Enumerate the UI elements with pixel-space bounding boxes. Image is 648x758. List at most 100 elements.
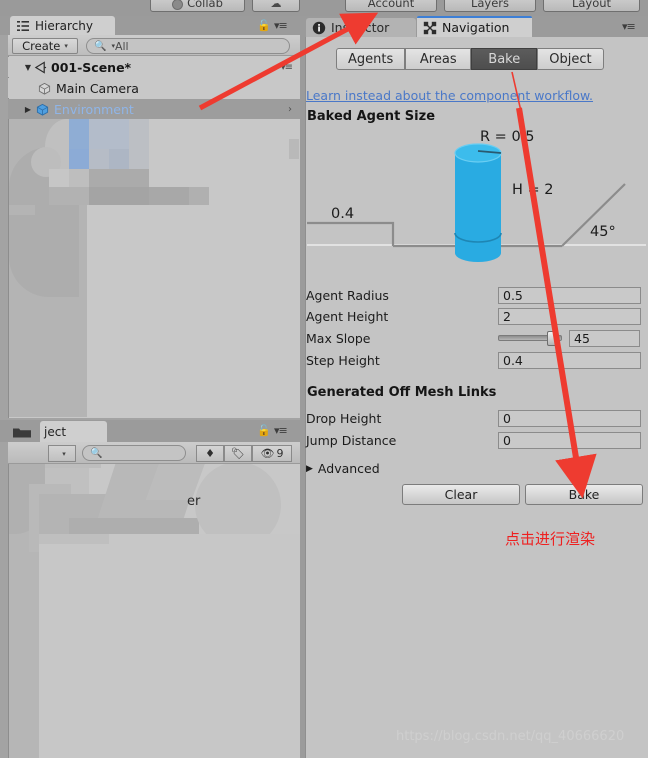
baked-agent-size-header: Baked Agent Size (307, 109, 436, 124)
agent-radius-input[interactable]: 0.5 (498, 286, 641, 304)
clear-button[interactable]: Clear (402, 484, 520, 505)
hierarchy-lock-icon[interactable]: 🔓 (257, 19, 271, 32)
drop-height-label: Drop Height (306, 410, 382, 426)
collab-status-icon (172, 0, 184, 10)
unity-top-toolbar: Collab ☁ Account Layers Layout (0, 0, 648, 16)
tab-hierarchy-label: Hierarchy (35, 18, 94, 33)
diagram-height-label: H = 2 (512, 182, 554, 198)
tab-navigation-label: Navigation (442, 20, 510, 35)
hidden-items-toggle[interactable]: 👁 9 (252, 445, 292, 462)
step-height-input[interactable]: 0.4 (498, 351, 641, 369)
hierarchy-menu-icon[interactable]: ▾≡ (274, 19, 288, 32)
subtab-bake[interactable]: Bake (471, 48, 538, 70)
blurred-region-hierarchy (9, 119, 299, 417)
account-label: Account (367, 0, 415, 10)
filter-by-type-icon[interactable]: ♦ (196, 445, 224, 462)
layers-label: Layers (470, 0, 510, 10)
agent-radius-label: Agent Radius (306, 287, 389, 303)
create-label: Create (22, 39, 61, 53)
filter-by-label-icon[interactable]: 🏷 (224, 445, 252, 462)
prefab-cube-icon (36, 103, 49, 116)
subtab-object[interactable]: Object (537, 48, 604, 70)
max-slope-input[interactable]: 45 (569, 329, 640, 347)
chevron-down-icon: ▾ (64, 42, 68, 50)
generated-off-mesh-links-header: Generated Off Mesh Links (307, 385, 497, 400)
slider-track (498, 331, 562, 346)
hierarchy-search-input[interactable]: 🔍 ▾ All (86, 38, 290, 54)
layers-dropdown[interactable]: Layers (444, 0, 536, 12)
cloud-icon: ☁ (270, 0, 282, 10)
project-folder-icon (13, 428, 31, 438)
tab-inspector-label: Inspector (331, 20, 390, 35)
diagram-slope-label: 45° (590, 224, 616, 240)
agent-size-diagram: R = 0.5 H = 2 0.4 45° (307, 129, 646, 262)
chevron-right-icon: ▶ (306, 463, 313, 474)
tab-navigation[interactable]: Navigation (417, 16, 532, 37)
max-slope-label: Max Slope (306, 330, 371, 346)
hierarchy-icon (17, 20, 29, 31)
chevron-down-icon: ▾ (62, 449, 66, 458)
clear-button-label: Clear (444, 487, 478, 502)
jump-distance-label: Jump Distance (306, 432, 397, 448)
agent-height-input[interactable]: 2 (498, 307, 641, 325)
subtab-agents[interactable]: Agents (336, 48, 406, 70)
drop-height-input[interactable]: 0 (498, 409, 641, 427)
project-lock-icon[interactable]: 🔓 (257, 424, 271, 437)
hidden-count-label: 9 (276, 447, 284, 460)
hierarchy-row-environment[interactable]: ▶ Environment › (8, 99, 300, 119)
subtab-bake-label: Bake (488, 51, 521, 67)
hierarchy-row-main-camera[interactable]: Main Camera (8, 78, 300, 98)
max-slope-slider[interactable] (498, 330, 569, 347)
inspector-menu-icon[interactable]: ▾≡ (622, 20, 636, 33)
account-button[interactable]: Account (345, 0, 437, 12)
tab-inspector[interactable]: Inspector (306, 18, 416, 37)
slider-knob[interactable] (547, 331, 558, 346)
advanced-foldout[interactable]: ▶ Advanced (306, 461, 380, 476)
field-row-step-height: Step Height 0.4 (306, 350, 642, 370)
create-button[interactable]: Create ▾ (12, 38, 78, 54)
bake-button-label: Bake (568, 487, 600, 502)
hierarchy-row-scene[interactable]: ▼ 001-Scene* ▾≡ (8, 57, 300, 77)
diagram-radius-label: R = 0.5 (480, 129, 535, 145)
diagram-step-label: 0.4 (331, 206, 354, 222)
advanced-label: Advanced (317, 461, 380, 476)
subtab-areas[interactable]: Areas (405, 48, 472, 70)
tab-project[interactable]: ject (40, 421, 107, 442)
subtab-areas-label: Areas (419, 51, 457, 67)
prefab-open-arrow-icon[interactable]: › (288, 104, 292, 115)
bake-button[interactable]: Bake (525, 484, 643, 505)
subtab-object-label: Object (549, 51, 592, 67)
project-menu-icon[interactable]: ▾≡ (274, 424, 288, 437)
subtab-agents-label: Agents (348, 51, 394, 67)
gameobject-name-label: Environment (54, 101, 134, 117)
layout-label: Layout (571, 0, 612, 10)
navigation-mesh-icon (423, 21, 437, 34)
scene-menu-icon[interactable]: ▾≡ (281, 62, 293, 73)
chevron-right-icon[interactable]: ▶ (22, 105, 34, 114)
project-search-input[interactable]: 🔍 (82, 445, 186, 461)
layout-dropdown[interactable]: Layout (543, 0, 640, 12)
project-partial-text: er (187, 494, 201, 509)
search-icon: 🔍 (90, 447, 103, 459)
project-view-dropdown[interactable]: ▾ (48, 445, 76, 462)
collab-button[interactable]: Collab (150, 0, 245, 12)
jump-distance-input[interactable]: 0 (498, 431, 641, 449)
tab-hierarchy[interactable]: Hierarchy (10, 16, 115, 35)
project-panel: er (8, 442, 300, 758)
field-row-agent-height: Agent Height 2 (306, 306, 642, 326)
search-icon: 🔍 (94, 40, 107, 52)
annotation-chinese-note: 点击进行渲染 (505, 530, 596, 548)
collab-label: Collab (187, 0, 223, 10)
chevron-down-icon[interactable]: ▼ (22, 63, 34, 72)
agent-height-label: Agent Height (306, 308, 389, 324)
gameobject-name-label: Main Camera (56, 80, 139, 96)
watermark-text: https://blog.csdn.net/qq_40666620 (396, 729, 625, 744)
field-row-agent-radius: Agent Radius 0.5 (306, 285, 642, 305)
component-workflow-link[interactable]: Learn instead about the component workfl… (306, 88, 632, 103)
gameobject-cube-icon (38, 82, 51, 95)
step-height-label: Step Height (306, 352, 380, 368)
cloud-services-button[interactable]: ☁ (252, 0, 300, 12)
hierarchy-search-placeholder: All (114, 39, 129, 53)
scene-icon (34, 60, 47, 74)
eye-off-icon: 👁 (260, 447, 275, 460)
